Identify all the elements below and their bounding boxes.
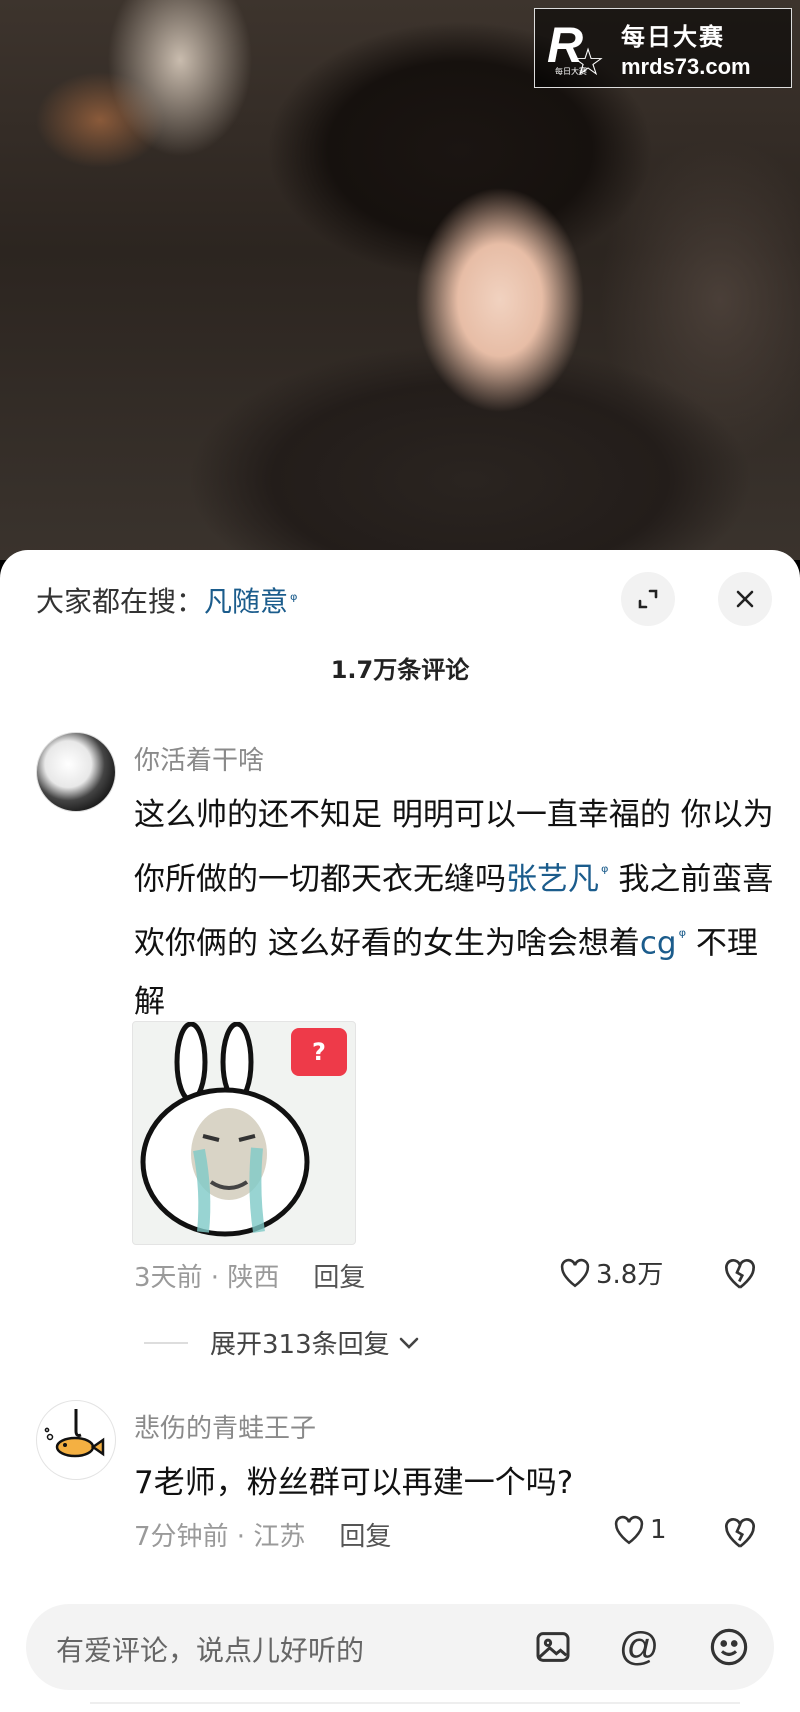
sticker-image[interactable]: ? <box>132 1021 356 1245</box>
expand-replies-label: 展开313条回复 <box>210 1330 390 1360</box>
comment-author[interactable]: 你活着干啥 <box>134 740 264 777</box>
comment-author[interactable]: 悲伤的青蛙王子 <box>134 1408 316 1445</box>
expand-icon <box>638 589 658 609</box>
comment-time-location: 3天前 · 陕西 <box>134 1263 280 1293</box>
comment-input-placeholder[interactable]: 有爱评论，说点儿好听的 <box>56 1629 364 1669</box>
broken-heart-icon[interactable] <box>722 1256 758 1292</box>
close-icon <box>736 590 754 608</box>
video-background-photo: R ☆ 每日大赛 每日大赛 mrds73.com <box>0 0 800 560</box>
watermark-name: 每日大赛 <box>621 22 725 51</box>
trending-search[interactable]: 大家都在搜： 凡随意 ᵠ <box>36 580 298 620</box>
close-button[interactable] <box>718 572 772 626</box>
like-button[interactable]: 1 <box>612 1513 667 1547</box>
reply-button[interactable]: 回复 <box>339 1516 391 1553</box>
watermark-text: 每日大赛 mrds73.com <box>621 17 751 80</box>
expand-sheet-button[interactable] <box>621 572 675 626</box>
watermark-logo: R ☆ 每日大赛 <box>541 12 613 84</box>
watermark-url: mrds73.com <box>621 53 751 79</box>
watermark-logo-small-text: 每日大赛 <box>555 67 587 76</box>
comment-time-location: 7分钟前 · 江苏 <box>134 1522 306 1552</box>
chevron-down-icon <box>398 1331 420 1355</box>
bottom-divider <box>90 1702 740 1712</box>
comment-meta: 7分钟前 · 江苏 回复 <box>134 1516 391 1553</box>
star-icon: ☆ <box>571 42 606 84</box>
like-count: 3.8万 <box>596 1260 664 1290</box>
expand-replies-button[interactable]: 展开313条回复 <box>144 1324 420 1361</box>
trending-prefix: 大家都在搜： <box>36 585 205 618</box>
avatar[interactable] <box>36 732 116 812</box>
sticker-badge: ? <box>291 1028 347 1076</box>
reply-button[interactable]: 回复 <box>313 1257 365 1294</box>
comment-text: 7老师，粉丝群可以再建一个吗? <box>134 1465 574 1501</box>
comments-sheet: 大家都在搜： 凡随意 ᵠ 1.7万条评论 你活着干啥 这么帅的还不知足 明明可以… <box>0 550 800 1712</box>
image-icon[interactable] <box>530 1624 576 1670</box>
avatar[interactable] <box>36 1400 116 1480</box>
like-button[interactable]: 3.8万 <box>558 1254 663 1291</box>
comment-text: 这么帅的还不知足 明明可以一直幸福的 你以为你所做的一切都天衣无缝吗张艺凡 ᵠ 我… <box>134 786 774 1031</box>
emoji-icon[interactable] <box>706 1624 752 1670</box>
comment-input-bar[interactable]: 有爱评论，说点儿好听的 @ <box>26 1604 774 1690</box>
comment-count: 1.7万条评论 <box>330 656 470 684</box>
divider-line <box>144 1341 188 1344</box>
watermark: R ☆ 每日大赛 每日大赛 mrds73.com <box>534 8 792 88</box>
heart-icon <box>560 1258 590 1287</box>
heart-icon <box>614 1515 644 1545</box>
fish-avatar-icon <box>44 1409 105 1458</box>
broken-heart-icon[interactable] <box>722 1515 758 1551</box>
mention-link[interactable]: cg <box>640 926 677 962</box>
comment-meta: 3天前 · 陕西 回复 <box>134 1257 365 1294</box>
at-icon[interactable]: @ <box>616 1624 662 1670</box>
like-count: 1 <box>650 1515 667 1545</box>
trending-term-link[interactable]: 凡随意 <box>204 580 288 620</box>
search-icon: ᵠ <box>290 589 298 611</box>
mention-link[interactable]: 张艺凡 <box>506 861 599 897</box>
search-icon: ᵠ <box>678 926 687 948</box>
